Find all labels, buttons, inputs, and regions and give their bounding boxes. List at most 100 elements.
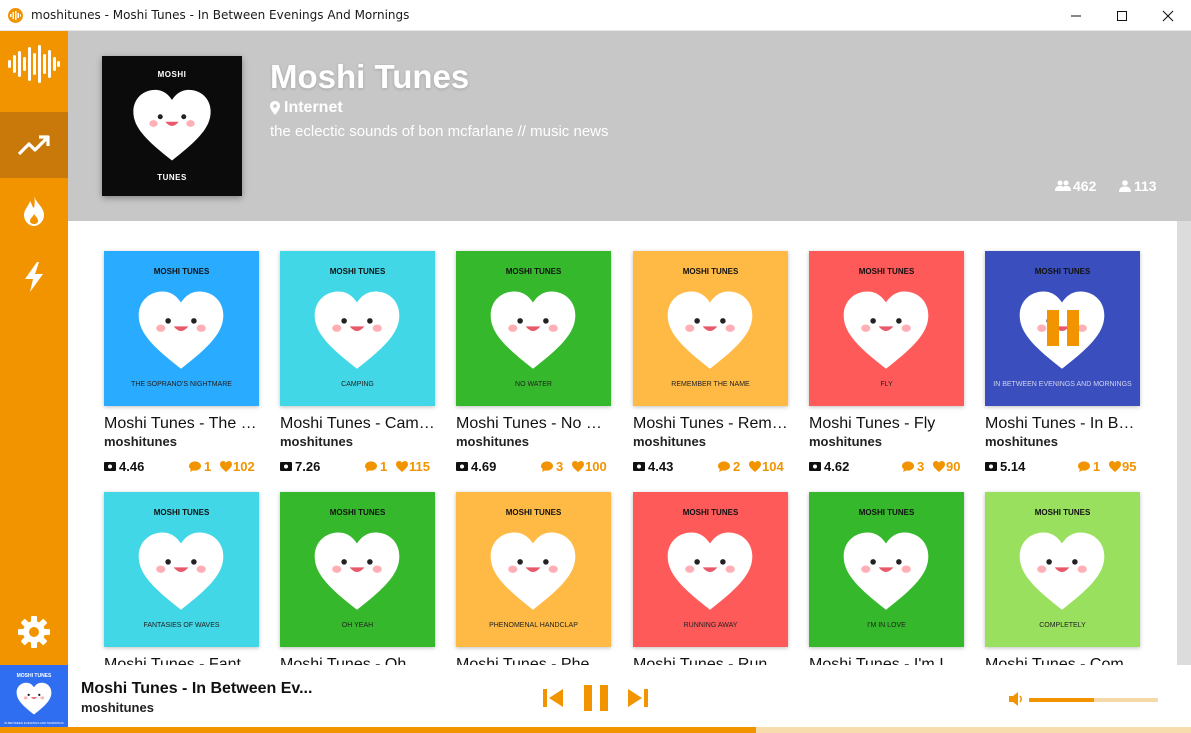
playback-progress-bar[interactable] xyxy=(0,727,1191,733)
artwork-top-text: MOSHI TUNES xyxy=(329,508,386,517)
heart-face-icon xyxy=(133,89,211,161)
nav-trending[interactable] xyxy=(0,112,68,178)
track-card[interactable]: MOSHI TUNES NO WATER Moshi Tunes - No Wate… xyxy=(456,251,611,481)
artwork-top-text: MOSHI TUNES xyxy=(153,508,210,517)
heart-face-icon xyxy=(138,532,224,610)
track-artwork[interactable]: MOSHI TUNES IN BETWEEN EVENINGS AND MORNI… xyxy=(985,251,1140,406)
user-icon xyxy=(1119,180,1131,192)
artwork-bottom-text: RUNNING AWAY xyxy=(683,622,738,629)
track-user[interactable]: moshitunes xyxy=(456,434,529,449)
track-title[interactable]: Moshi Tunes - Camping xyxy=(280,415,435,433)
artwork-bottom-text: IN BETWEEN EVENINGS AND MORNINGS xyxy=(993,381,1132,388)
location-pin-icon xyxy=(270,101,280,115)
heart-face-icon xyxy=(314,532,400,610)
comment-icon xyxy=(365,461,377,472)
track-card[interactable]: MOSHI TUNES IN BETWEEN EVENINGS AND MORNI… xyxy=(985,251,1140,481)
track-user[interactable]: moshitunes xyxy=(633,434,706,449)
pause-icon xyxy=(584,685,608,711)
track-title[interactable]: Moshi Tunes - Fantasies Of Waves xyxy=(104,656,259,665)
track-title[interactable]: Moshi Tunes - Oh Yeah xyxy=(280,656,435,665)
artwork-top-text: MOSHI TUNES xyxy=(153,267,210,276)
track-card[interactable]: MOSHI TUNES CAMPING Moshi Tunes - Camping m… xyxy=(280,251,435,481)
track-card[interactable]: MOSHI TUNES REMEMBER THE NAME Moshi Tunes … xyxy=(633,251,788,481)
trending-icon xyxy=(17,135,50,156)
track-artwork[interactable]: MOSHI TUNES RUNNING AWAY xyxy=(633,492,788,647)
player-track-user[interactable]: moshitunes xyxy=(81,700,154,715)
track-artwork[interactable]: MOSHI TUNES PHENOMENAL HANDCLAP xyxy=(456,492,611,647)
ticket-icon xyxy=(809,462,821,471)
nav-new[interactable] xyxy=(0,244,68,310)
track-title[interactable]: Moshi Tunes - Phenomenal Handclap xyxy=(456,656,611,665)
maximize-button[interactable] xyxy=(1099,0,1145,31)
artwork-bottom-text: NO WATER xyxy=(515,381,552,388)
track-artwork[interactable]: MOSHI TUNES CAMPING xyxy=(280,251,435,406)
track-user[interactable]: moshitunes xyxy=(104,434,177,449)
track-artwork[interactable]: MOSHI TUNES THE SOPRANO'S NIGHTMARE xyxy=(104,251,259,406)
artwork-bottom-text: REMEMBER THE NAME xyxy=(671,381,750,388)
close-button[interactable] xyxy=(1145,0,1191,31)
profile-cover-art: MOSHI TUNES xyxy=(102,56,242,196)
volume-button[interactable] xyxy=(1008,691,1024,711)
track-title[interactable]: Moshi Tunes - Completely xyxy=(985,656,1140,665)
next-button[interactable] xyxy=(627,687,649,713)
track-title[interactable]: Moshi Tunes - Remember The Name xyxy=(633,415,788,433)
heart-icon xyxy=(749,461,761,472)
track-artwork[interactable]: MOSHI TUNES COMPLETELY xyxy=(985,492,1140,647)
previous-button[interactable] xyxy=(542,687,564,713)
artwork-bottom-text: FANTASIES OF WAVES xyxy=(143,622,220,629)
track-card[interactable]: MOSHI TUNES FANTASIES OF WAVES Moshi Tunes… xyxy=(104,492,259,665)
track-artwork[interactable]: MOSHI TUNES NO WATER xyxy=(456,251,611,406)
track-artwork[interactable]: MOSHI TUNES FLY xyxy=(809,251,964,406)
heart-face-icon xyxy=(667,532,753,610)
track-title[interactable]: Moshi Tunes - The Soprano's Nightmare xyxy=(104,415,259,433)
artwork-bottom-text: PHENOMENAL HANDCLAP xyxy=(489,622,578,629)
track-title[interactable]: Moshi Tunes - In Between Evenings And Mo… xyxy=(985,415,1140,433)
track-artwork[interactable]: MOSHI TUNES OH YEAH xyxy=(280,492,435,647)
lightning-icon xyxy=(25,262,43,292)
track-card[interactable]: MOSHI TUNESOH YEAHMoshi Tunes - Oh Yeahm… xyxy=(280,492,435,665)
cover-top-text: MOSHI xyxy=(157,70,187,79)
track-user[interactable]: moshitunes xyxy=(985,434,1058,449)
track-card[interactable]: MOSHI TUNES I'M IN LOVE Moshi Tunes - I'm … xyxy=(809,492,964,665)
minimize-button[interactable] xyxy=(1053,0,1099,31)
track-user[interactable]: moshitunes xyxy=(809,434,882,449)
scrollbar[interactable] xyxy=(1177,221,1191,665)
track-card[interactable]: MOSHI TUNES THE SOPRANO'S NIGHTMARE Moshi … xyxy=(104,251,259,481)
player-track-title[interactable]: Moshi Tunes - In Between Ev... xyxy=(81,680,312,698)
nav-hot[interactable] xyxy=(0,178,68,244)
volume-slider[interactable] xyxy=(1029,698,1158,702)
heart-icon xyxy=(220,461,232,472)
soundwave-logo-icon xyxy=(8,45,60,87)
heart-icon xyxy=(396,461,408,472)
track-title[interactable]: Moshi Tunes - Fly xyxy=(809,415,964,433)
artwork-top-text: MOSHI TUNES xyxy=(1034,267,1091,276)
track-card[interactable]: MOSHI TUNES RUNNING AWAY Moshi Tunes - Run… xyxy=(633,492,788,665)
heart-face-icon xyxy=(314,291,400,369)
track-title[interactable]: Moshi Tunes - No Water xyxy=(456,415,611,433)
artwork-top-text: MOSHI TUNES xyxy=(682,508,739,517)
app-logo-icon xyxy=(8,8,23,23)
pause-button[interactable] xyxy=(583,684,609,716)
cover-bottom-text: TUNES xyxy=(157,173,187,182)
track-artwork[interactable]: MOSHI TUNES REMEMBER THE NAME xyxy=(633,251,788,406)
track-title[interactable]: Moshi Tunes - I'm In Love xyxy=(809,656,964,665)
track-artwork[interactable]: MOSHI TUNES FANTASIES OF WAVES xyxy=(104,492,259,647)
player-album-art[interactable]: MOSHI TUNES IN BETWEEN EVENINGS AND MORN… xyxy=(0,665,68,733)
track-title[interactable]: Moshi Tunes - Running Away xyxy=(633,656,788,665)
followers-icon xyxy=(1055,180,1071,191)
comment-icon xyxy=(541,461,553,472)
track-card[interactable]: MOSHI TUNES COMPLETELY Moshi Tunes - Compl… xyxy=(985,492,1140,665)
track-card[interactable]: MOSHI TUNES FLY Moshi Tunes - Fly moshitune… xyxy=(809,251,964,481)
track-card[interactable]: MOSHI TUNES PHENOMENAL HANDCLAP Moshi Tune… xyxy=(456,492,611,665)
track-grid: MOSHI TUNES THE SOPRANO'S NIGHTMARE Moshi … xyxy=(68,221,1177,665)
location-text: Internet xyxy=(284,99,343,116)
playback-progress-fill xyxy=(0,727,757,733)
playing-pause-icon[interactable] xyxy=(1043,308,1083,348)
artwork-bottom-text: OH YEAH xyxy=(341,622,374,629)
artwork-bottom-text: I'M IN LOVE xyxy=(867,622,906,629)
player-bar: MOSHI TUNES IN BETWEEN EVENINGS AND MORN… xyxy=(0,665,1191,733)
settings-button[interactable] xyxy=(17,615,51,653)
track-user[interactable]: moshitunes xyxy=(280,434,353,449)
heart-icon xyxy=(572,461,584,472)
track-artwork[interactable]: MOSHI TUNES I'M IN LOVE xyxy=(809,492,964,647)
